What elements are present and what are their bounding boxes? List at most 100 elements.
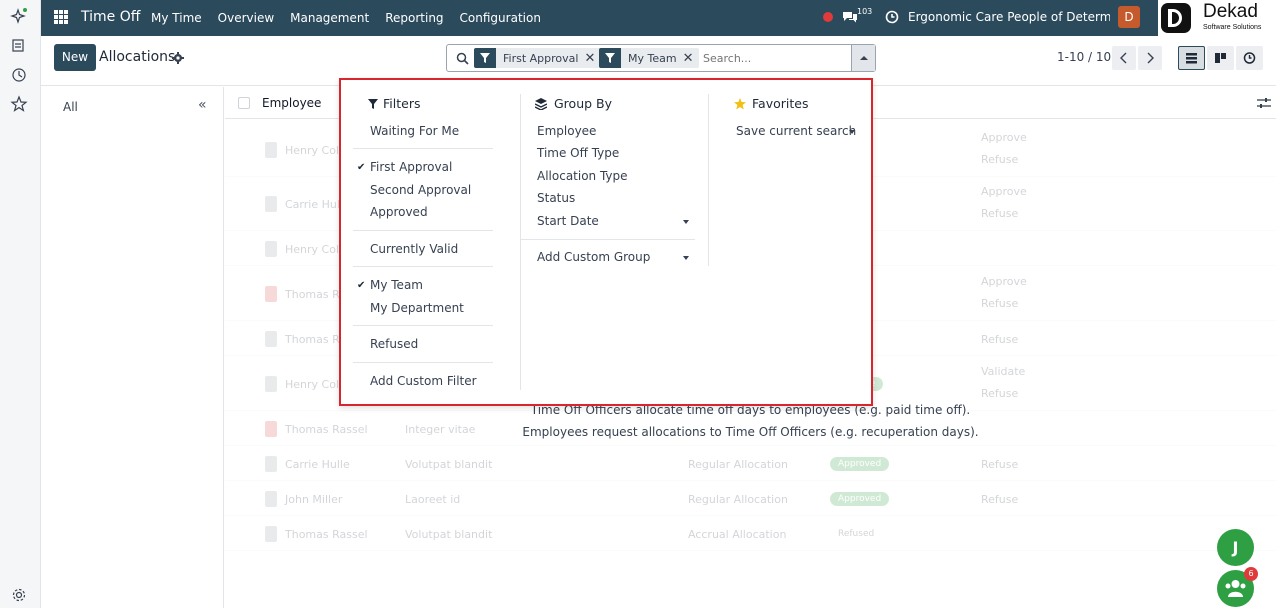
menu-management[interactable]: Management: [290, 11, 369, 25]
column-employee[interactable]: Employee: [262, 96, 321, 110]
filters-divider: [353, 362, 493, 363]
group-by-status[interactable]: Status: [537, 191, 575, 205]
menu-configuration[interactable]: Configuration: [460, 11, 541, 25]
filters-heading: Filters: [383, 96, 421, 111]
row-action-refuse[interactable]: Refuse: [981, 458, 1018, 471]
caret-down-icon[interactable]: [849, 130, 855, 134]
logo-mark-icon: [1161, 3, 1191, 33]
facet-first-approval: First Approval ✕: [474, 48, 602, 68]
company-switcher[interactable]: Ergonomic Care People of Determina...: [908, 10, 1110, 24]
favorites-heading: Favorites: [752, 96, 809, 111]
filter-first-approval[interactable]: First Approval: [370, 160, 452, 174]
status-indicator[interactable]: [823, 12, 833, 22]
company-logo: Dekad Software Solutions: [1158, 0, 1276, 36]
allocation-type: Regular Allocation: [688, 458, 788, 471]
filter-currently-valid[interactable]: Currently Valid: [370, 242, 458, 256]
people-group-icon: [1225, 580, 1246, 597]
sparkle-icon[interactable]: [10, 7, 28, 25]
inbox-icon[interactable]: [10, 37, 28, 55]
filter-approved[interactable]: Approved: [370, 205, 428, 219]
filter-second-approval[interactable]: Second Approval: [370, 183, 471, 197]
row-action-refuse[interactable]: Refuse: [981, 153, 1018, 166]
filter-my-department[interactable]: My Department: [370, 301, 464, 315]
group-by-start-date[interactable]: Start Date: [537, 214, 599, 228]
employee-name: Henry Cole: [285, 243, 346, 256]
row-action-refuse[interactable]: Refuse: [981, 333, 1018, 346]
facet-my-team: My Team ✕: [599, 48, 700, 68]
list-view-icon: [1186, 53, 1197, 64]
save-current-search[interactable]: Save current search: [736, 124, 856, 138]
facet-label: First Approval: [503, 51, 579, 65]
user-avatar[interactable]: D: [1118, 6, 1140, 28]
allocation-description: Laoreet id: [405, 493, 461, 506]
status-badge: Refused: [830, 527, 883, 541]
list-view-button[interactable]: [1178, 46, 1205, 70]
search-options-toggle[interactable]: [851, 45, 875, 71]
employee-name: Henry Cole: [285, 378, 346, 391]
group-by-time-off-type[interactable]: Time Off Type: [537, 146, 619, 160]
employee-avatar: [265, 456, 277, 472]
filters-divider: [353, 230, 493, 231]
table-row[interactable]: Thomas Rassel Volutpat blandit Accrual All…: [225, 517, 1276, 551]
group-by-allocation-type[interactable]: Allocation Type: [537, 169, 628, 183]
chat-icon[interactable]: [842, 10, 858, 24]
table-row[interactable]: Carrie Hulle Volutpat blandit Regular Allo…: [225, 447, 1276, 481]
employee-name: John Miller: [285, 493, 343, 506]
employee-avatar: [265, 241, 277, 257]
group-by-employee[interactable]: Employee: [537, 124, 596, 138]
status-badge: Approved: [830, 457, 890, 471]
add-custom-group[interactable]: Add Custom Group: [537, 250, 650, 264]
menu-my-time[interactable]: My Time: [151, 11, 202, 25]
row-action-refuse[interactable]: Refuse: [981, 387, 1018, 400]
row-action-validate[interactable]: Validate: [981, 365, 1025, 378]
menu-reporting[interactable]: Reporting: [385, 11, 443, 25]
allocation-type: Regular Allocation: [688, 493, 788, 506]
search-input[interactable]: [703, 50, 843, 66]
allocation-description: Volutpat blandit: [405, 528, 493, 541]
menu-overview[interactable]: Overview: [218, 11, 275, 25]
search-bar[interactable]: First Approval ✕ My Team ✕: [446, 44, 876, 72]
filter-refused[interactable]: Refused: [370, 337, 418, 351]
apps-grid-icon[interactable]: [54, 10, 68, 24]
select-all-checkbox[interactable]: [238, 97, 250, 109]
pager-value[interactable]: 1-10 / 10: [1057, 50, 1111, 64]
filter-waiting-for-me[interactable]: Waiting For Me: [370, 124, 459, 138]
pager-previous-button[interactable]: [1112, 46, 1136, 70]
favorites-column: Favorites Save current search: [708, 94, 863, 266]
app-title[interactable]: Time Off: [81, 9, 140, 25]
pager-next-button[interactable]: [1138, 46, 1162, 70]
row-action-approve[interactable]: Approve: [981, 275, 1027, 288]
add-custom-filter[interactable]: Add Custom Filter: [370, 374, 477, 388]
optional-columns-icon[interactable]: [1257, 97, 1271, 109]
row-action-refuse[interactable]: Refuse: [981, 493, 1018, 506]
remove-facet-icon[interactable]: ✕: [683, 51, 700, 66]
side-panel-all[interactable]: All: [63, 100, 78, 114]
caret-down-icon[interactable]: [683, 256, 689, 260]
activity-clock-icon[interactable]: [885, 10, 899, 24]
activity-clock-icon: [1243, 52, 1256, 64]
status-badge: Approved: [830, 492, 890, 506]
filters-divider: [353, 266, 493, 267]
caret-down-icon[interactable]: [683, 220, 689, 224]
row-action-approve[interactable]: Approve: [981, 185, 1027, 198]
filter-funnel-icon: [599, 48, 621, 68]
chevron-right-icon: [1147, 52, 1154, 64]
check-icon: ✔: [357, 162, 366, 173]
filter-my-team[interactable]: My Team: [370, 278, 423, 292]
search-icon: [456, 52, 469, 65]
row-action-refuse[interactable]: Refuse: [981, 207, 1018, 220]
kanban-view-button[interactable]: [1207, 46, 1234, 70]
clock-icon[interactable]: [10, 66, 28, 84]
filter-funnel-icon: [368, 99, 378, 109]
chat-user-button[interactable]: J: [1217, 529, 1254, 566]
row-action-approve[interactable]: Approve: [981, 131, 1027, 144]
collapse-panel-icon[interactable]: «: [198, 97, 207, 113]
row-action-refuse[interactable]: Refuse: [981, 297, 1018, 310]
help-text-line-2: Employees request allocations to Time Of…: [522, 425, 979, 439]
settings-gear-icon[interactable]: [10, 586, 28, 604]
table-row[interactable]: John Miller Laoreet id Regular Allocation A…: [225, 482, 1276, 516]
new-button[interactable]: New: [54, 44, 96, 71]
actions-gear-icon[interactable]: [172, 52, 184, 64]
activity-view-button[interactable]: [1236, 46, 1263, 70]
star-icon[interactable]: [10, 95, 28, 113]
